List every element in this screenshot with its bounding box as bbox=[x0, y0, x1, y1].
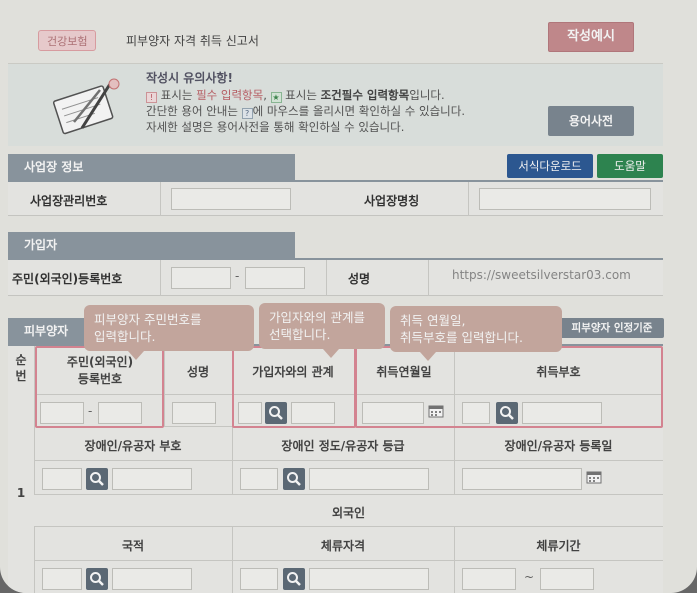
calendar-icon[interactable] bbox=[586, 470, 602, 484]
subscriber-name-label: 성명 bbox=[348, 272, 371, 286]
workplace-name-input[interactable] bbox=[479, 188, 651, 210]
subscriber-rrn-separator: - bbox=[235, 269, 240, 283]
required-mark-icon: ! bbox=[146, 92, 157, 103]
dependent-section-header: 피부양자 bbox=[8, 318, 88, 344]
subscriber-section-header: 가입자 bbox=[8, 232, 295, 258]
page-frame: 건강보험 피부양자 자격 취득 신고서 작성예시 작성시 유의사항! ! 표시는… bbox=[0, 0, 697, 593]
notice-text: 작성시 유의사항! ! 표시는 필수 입력항목, ★ 표시는 조건필수 입력항목… bbox=[146, 70, 465, 135]
stay-period-start-input[interactable] bbox=[462, 568, 516, 590]
nationality-name-input[interactable] bbox=[112, 568, 192, 590]
disabled-grade-search-button[interactable] bbox=[283, 468, 305, 490]
tooltip-rrn: 피부양자 주민번호를 입력합니다. bbox=[84, 305, 254, 360]
disabled-code-name-input[interactable] bbox=[112, 468, 192, 490]
col-header-disabled-grade: 장애인 정도/유공자 등급 bbox=[281, 439, 405, 453]
subscriber-rrn-first-input[interactable] bbox=[171, 267, 231, 289]
foreigner-header: 외국인 bbox=[331, 506, 366, 520]
workplace-name-label: 사업장명칭 bbox=[364, 194, 420, 208]
col-header-stay-period: 체류기간 bbox=[536, 539, 581, 553]
notice-box: 작성시 유의사항! ! 표시는 필수 입력항목, ★ 표시는 조건필수 입력항목… bbox=[8, 64, 663, 146]
highlight-relation bbox=[232, 346, 356, 428]
workplace-section-header: 사업장 정보 bbox=[8, 154, 295, 180]
highlight-rrn bbox=[35, 346, 164, 428]
notice-line-1: ! 표시는 필수 입력항목, ★ 표시는 조건필수 입력항목입니다. bbox=[146, 87, 465, 103]
workplace-row: 사업장관리번호 사업장명칭 bbox=[8, 182, 663, 216]
disabled-code-search-button[interactable] bbox=[86, 468, 108, 490]
nationality-input[interactable] bbox=[42, 568, 82, 590]
conditional-mark-icon: ★ bbox=[270, 92, 282, 103]
notice-title: 작성시 유의사항! bbox=[146, 71, 233, 85]
col-header-nationality: 국적 bbox=[121, 539, 145, 553]
col-header-name: 성명 bbox=[186, 365, 210, 379]
subscriber-rrn-second-input[interactable] bbox=[245, 267, 305, 289]
workplace-mgmt-no-label: 사업장관리번호 bbox=[30, 194, 108, 208]
search-icon bbox=[287, 572, 301, 586]
disabled-date-input[interactable] bbox=[462, 468, 582, 490]
row-number: 1 bbox=[16, 486, 26, 500]
col-header-no: 순번 bbox=[15, 353, 27, 383]
watermark-text: https://sweetsilverstar03.com bbox=[452, 268, 631, 282]
stay-period-separator: ~ bbox=[524, 570, 535, 584]
help-mark-icon: ? bbox=[241, 108, 253, 119]
highlight-acquisition bbox=[355, 346, 663, 428]
stay-period-end-input[interactable] bbox=[540, 568, 594, 590]
tooltip-relation: 가입자와의 관계를 선택합니다. bbox=[259, 303, 385, 358]
example-button[interactable]: 작성예시 bbox=[548, 22, 634, 52]
visa-input[interactable] bbox=[240, 568, 278, 590]
disabled-code-input[interactable] bbox=[42, 468, 82, 490]
workplace-mgmt-no-input[interactable] bbox=[171, 188, 291, 210]
col-header-visa: 체류자격 bbox=[320, 539, 366, 553]
subscriber-rrn-label: 주민(외국인)등록번호 bbox=[12, 272, 123, 286]
help-button[interactable]: 도움말 bbox=[597, 154, 663, 178]
visa-search-button[interactable] bbox=[283, 568, 305, 590]
search-icon bbox=[287, 472, 301, 486]
notice-line-3: 자세한 설명은 용어사전을 통해 확인하실 수 있습니다. bbox=[146, 120, 405, 134]
search-icon bbox=[90, 472, 104, 486]
search-icon bbox=[90, 572, 104, 586]
visa-name-input[interactable] bbox=[309, 568, 429, 590]
col-header-disabled-code: 장애인/유공자 부호 bbox=[84, 439, 182, 453]
insurance-type-badge: 건강보험 bbox=[38, 30, 97, 51]
disabled-grade-input[interactable] bbox=[240, 468, 278, 490]
glossary-button[interactable]: 용어사전 bbox=[548, 106, 634, 136]
dependent-criteria-button[interactable]: 피부양자 인정기준 bbox=[560, 318, 664, 338]
form-download-button[interactable]: 서식다운로드 bbox=[507, 154, 593, 178]
dependent-name-input[interactable] bbox=[172, 402, 216, 424]
form-header: 건강보험 피부양자 자격 취득 신고서 작성예시 bbox=[8, 16, 663, 64]
memo-pen-icon bbox=[52, 78, 120, 135]
nationality-search-button[interactable] bbox=[86, 568, 108, 590]
notice-line-2: 간단한 용어 안내는 ? 에 마우스를 올리시면 확인하실 수 있습니다. bbox=[146, 104, 465, 119]
disabled-grade-name-input[interactable] bbox=[309, 468, 429, 490]
form-title: 피부양자 자격 취득 신고서 bbox=[126, 34, 259, 48]
tooltip-acquisition: 취득 연월일, 취득부호를 입력합니다. bbox=[390, 306, 562, 361]
col-header-disabled-date: 장애인/유공자 등록일 bbox=[504, 439, 613, 453]
